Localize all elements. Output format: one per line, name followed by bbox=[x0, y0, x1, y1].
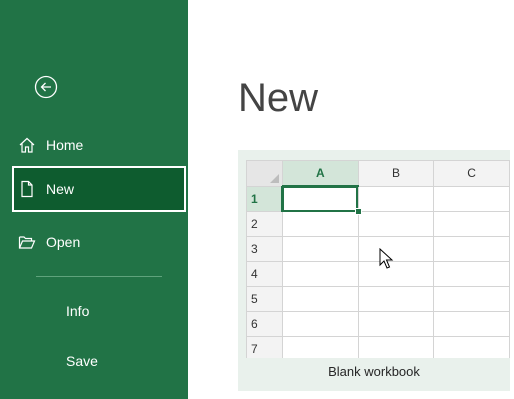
row-header: 4 bbox=[246, 261, 283, 287]
cell bbox=[357, 211, 435, 237]
sidebar-item-save[interactable]: Save bbox=[66, 353, 98, 369]
cell bbox=[281, 286, 359, 312]
sidebar-item-open[interactable]: Open bbox=[12, 219, 186, 265]
template-label: Blank workbook bbox=[328, 364, 420, 379]
column-header: B bbox=[357, 160, 435, 187]
cell bbox=[357, 286, 435, 312]
column-header: A bbox=[281, 160, 359, 187]
cell bbox=[433, 236, 510, 262]
sidebar-item-home[interactable]: Home bbox=[12, 122, 186, 168]
back-arrow-icon bbox=[34, 75, 58, 99]
cell bbox=[357, 236, 435, 262]
row-header: 1 bbox=[246, 185, 284, 212]
sidebar-item-label: New bbox=[46, 181, 75, 197]
fill-handle bbox=[354, 208, 362, 215]
sidebar-item-new[interactable]: New bbox=[12, 166, 186, 212]
cell bbox=[357, 311, 435, 337]
page-title: New bbox=[238, 76, 319, 120]
back-button[interactable] bbox=[34, 75, 58, 99]
sidebar-divider bbox=[36, 276, 162, 277]
backstage-sidebar: Home New Open Info Save bbox=[0, 0, 188, 399]
row-header: 5 bbox=[246, 286, 283, 312]
cell bbox=[433, 185, 510, 212]
row-header: 3 bbox=[246, 236, 283, 262]
row-header: 2 bbox=[246, 211, 283, 237]
cell bbox=[433, 261, 510, 287]
cell bbox=[433, 336, 510, 358]
cell bbox=[433, 311, 510, 337]
sidebar-item-info[interactable]: Info bbox=[66, 303, 89, 319]
sidebar-item-label: Home bbox=[46, 137, 84, 153]
cell bbox=[357, 185, 435, 212]
selected-cell bbox=[281, 185, 362, 215]
cell bbox=[433, 211, 510, 237]
cell bbox=[281, 236, 359, 262]
cell bbox=[281, 336, 359, 358]
blank-workbook-template[interactable]: A B C 1 2 3 4 5 6 7 Blank workbook bbox=[238, 150, 510, 391]
home-icon bbox=[18, 136, 36, 154]
cell bbox=[281, 261, 359, 287]
cell bbox=[433, 286, 510, 312]
folder-open-icon bbox=[18, 233, 36, 251]
mouse-cursor-icon bbox=[379, 248, 394, 269]
row-header: 7 bbox=[246, 336, 283, 358]
template-preview: A B C 1 2 3 4 5 6 7 bbox=[246, 160, 510, 358]
cell bbox=[281, 311, 359, 337]
row-header: 6 bbox=[246, 311, 283, 337]
cell bbox=[357, 336, 435, 358]
cell bbox=[281, 211, 359, 237]
spreadsheet-preview-grid: A B C 1 2 3 4 5 6 7 bbox=[246, 160, 510, 358]
cell bbox=[357, 261, 435, 287]
sidebar-item-label: Open bbox=[46, 234, 81, 250]
column-header: C bbox=[433, 160, 510, 187]
select-all-corner bbox=[246, 160, 283, 187]
new-document-icon bbox=[18, 180, 36, 198]
